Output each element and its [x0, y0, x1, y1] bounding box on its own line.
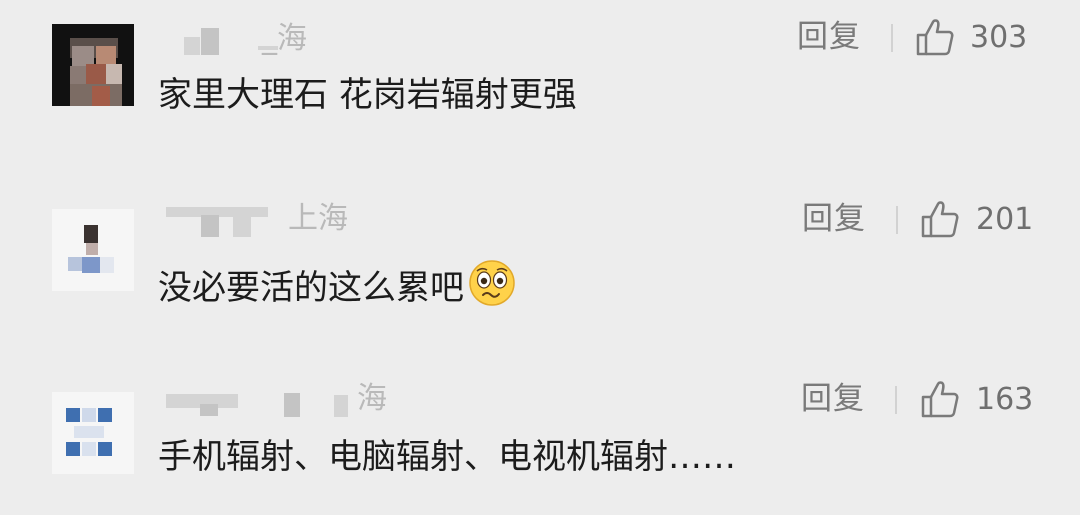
- thumbs-up-icon[interactable]: [920, 199, 960, 239]
- like-count: 201: [976, 202, 1034, 237]
- reply-button[interactable]: 回复: [802, 204, 866, 235]
- avatar-pixel: [100, 257, 114, 273]
- username-redacted[interactable]: [201, 215, 219, 237]
- avatar-pixel: [82, 408, 96, 422]
- avatar-pixel: [86, 64, 108, 86]
- username-redacted[interactable]: [201, 28, 219, 55]
- avatar-pixel: [98, 408, 112, 422]
- comment-item: 海 回复 163 手机辐射、电脑辐射、电视机辐射……: [0, 360, 1080, 510]
- avatar-pixel: [82, 442, 96, 456]
- thumbs-up-icon[interactable]: [915, 17, 955, 57]
- avatar-pixel: [86, 243, 98, 255]
- avatar[interactable]: [52, 24, 134, 106]
- username-redacted[interactable]: [233, 215, 251, 237]
- username-redacted[interactable]: [284, 393, 300, 417]
- username-redacted[interactable]: [200, 404, 218, 416]
- divider: [891, 24, 893, 52]
- avatar-pixel: [84, 225, 98, 243]
- avatar-pixel: [82, 257, 100, 273]
- avatar-pixel: [66, 408, 80, 422]
- location-label: 海: [357, 381, 387, 416]
- avatar-pixel: [74, 426, 104, 438]
- username-redacted[interactable]: [184, 37, 200, 55]
- comment-text-body: 没必要活的这么累吧: [158, 268, 464, 308]
- comment-text: 没必要活的这么累吧: [158, 259, 516, 307]
- avatar[interactable]: [52, 209, 134, 291]
- worried-face-emoji-icon: [469, 260, 515, 306]
- reply-button[interactable]: 回复: [801, 384, 865, 415]
- avatar-pixel: [66, 442, 80, 456]
- location-label: _海: [262, 21, 307, 56]
- like-count: 163: [976, 382, 1034, 417]
- avatar[interactable]: [52, 392, 134, 474]
- avatar-pixel: [106, 64, 122, 86]
- divider: [896, 206, 898, 234]
- comment-item: _海 回复 303 家里大理石 花岗岩辐射更强: [0, 0, 1080, 150]
- avatar-pixel: [68, 257, 82, 271]
- avatar-pixel: [92, 86, 110, 106]
- username-redacted[interactable]: [334, 395, 348, 417]
- avatar-pixel: [98, 442, 112, 456]
- location-label: 上海: [288, 201, 348, 236]
- comment-item: 上海 回复 201 没必要活的这么累吧: [0, 180, 1080, 330]
- reply-button[interactable]: 回复: [797, 22, 861, 53]
- comment-text: 手机辐射、电脑辐射、电视机辐射……: [158, 437, 736, 477]
- thumbs-up-icon[interactable]: [920, 379, 960, 419]
- like-count: 303: [970, 20, 1028, 55]
- comment-text: 家里大理石 花岗岩辐射更强: [158, 75, 577, 115]
- divider: [895, 386, 897, 414]
